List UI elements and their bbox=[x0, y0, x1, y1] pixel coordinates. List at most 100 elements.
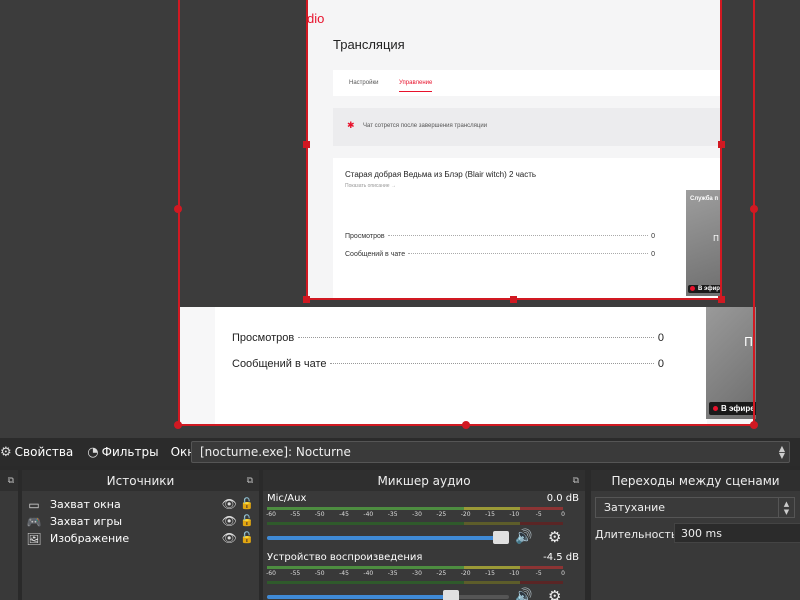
volume-slider-knob[interactable] bbox=[493, 531, 509, 544]
dock-area: ⧉ Источники ⧉ ▭ Захват окна 👁 🔓 🎮 Захват… bbox=[0, 466, 800, 600]
volume-slider[interactable] bbox=[267, 590, 509, 600]
mixer-channel-desktop: Устройство воспроизведения -4.5 dB -60 -5… bbox=[263, 550, 585, 600]
duration-value: 300 ms bbox=[681, 526, 722, 540]
volume-slider[interactable] bbox=[267, 531, 509, 544]
sources-list: ▭ Захват окна 👁 🔓 🎮 Захват игры 👁 🔓 🖼 Из… bbox=[22, 491, 259, 600]
logo-fragment: dio bbox=[307, 11, 325, 26]
scenes-dock-partial: ⧉ bbox=[0, 470, 18, 600]
stat-label: Просмотров bbox=[232, 332, 295, 344]
meter-tick-label: -45 bbox=[339, 570, 349, 577]
meter-tick-label: -40 bbox=[363, 511, 374, 518]
resize-handle-bottom[interactable] bbox=[462, 421, 470, 429]
gear-icon[interactable]: ⚙ bbox=[548, 528, 561, 546]
source-label: Захват игры bbox=[50, 515, 123, 528]
meter-tick-label: -55 bbox=[290, 570, 301, 577]
video-title: Старая добрая Ведьма из Блэр (Blair witc… bbox=[345, 170, 537, 179]
volume-slider-fill bbox=[267, 595, 451, 599]
eye-icon[interactable]: 👁 bbox=[222, 497, 237, 511]
meter-tick-label: -35 bbox=[387, 570, 398, 577]
outer-video-thumbnail: П В эфире bbox=[706, 307, 756, 419]
stat-row-messages: Сообщений в чате 0 bbox=[345, 251, 655, 258]
meter-tick-label: -50 bbox=[314, 511, 325, 518]
preview-canvas[interactable]: Просмотров 0 Сообщений в чате 0 П В эфир… bbox=[0, 0, 800, 437]
source-item-window-capture[interactable]: ▭ Захват окна 👁 🔓 bbox=[22, 496, 259, 513]
obs-window: Просмотров 0 Сообщений в чате 0 П В эфир… bbox=[0, 0, 800, 600]
speaker-icon[interactable]: 🔊 bbox=[515, 588, 532, 600]
meter-ticks: -60 -55 -50 -45 -40 -35 -30 -25 -20 -15 -10 -5 0 bbox=[266, 570, 567, 580]
tabs-bar: Настройки Управление bbox=[333, 70, 721, 96]
meter-ticks: -60 -55 -50 -45 -40 -35 -30 -25 -20 -15 -10 -5 0 bbox=[266, 511, 567, 521]
inner-handle-left[interactable] bbox=[303, 141, 310, 148]
speaker-icon[interactable]: 🔊 bbox=[515, 529, 532, 545]
inner-handle-bottom-right[interactable] bbox=[718, 296, 725, 303]
gear-icon[interactable]: ⚙ bbox=[548, 587, 561, 600]
mixer-title: Микшер аудио bbox=[377, 473, 471, 488]
eye-icon[interactable]: 👁 bbox=[222, 514, 237, 528]
page-title: Трансляция bbox=[333, 37, 405, 52]
filter-icon: ◔ bbox=[87, 444, 99, 460]
dot-leader bbox=[330, 363, 654, 364]
stat-label: Сообщений в чате bbox=[232, 358, 327, 370]
stat-label: Просмотров bbox=[345, 233, 385, 240]
sources-dock: Источники ⧉ ▭ Захват окна 👁 🔓 🎮 Захват и… bbox=[22, 470, 259, 600]
stat-value: 0 bbox=[651, 233, 655, 240]
meter-tick-label: 0 bbox=[561, 570, 565, 577]
float-dock-icon[interactable]: ⧉ bbox=[247, 476, 253, 486]
source-item-game-capture[interactable]: 🎮 Захват игры 👁 🔓 bbox=[22, 513, 259, 530]
sources-title: Источники bbox=[106, 473, 175, 488]
outer-stat-row-views: Просмотров 0 bbox=[232, 332, 664, 344]
resize-handle-right[interactable] bbox=[750, 205, 758, 213]
live-dot-icon bbox=[690, 285, 695, 291]
updown-arrows-icon: ▲ ▼ bbox=[778, 497, 794, 518]
window-select[interactable]: [nocturne.exe]: Nocturne ▲ ▼ bbox=[191, 441, 790, 463]
scenes-dock-header: ⧉ bbox=[0, 470, 18, 491]
live-badge-label: В эфире bbox=[721, 404, 755, 413]
inner-handle-right[interactable] bbox=[718, 141, 725, 148]
video-card: Старая добрая Ведьма из Блэр (Blair witc… bbox=[333, 158, 721, 300]
tab-settings: Настройки bbox=[349, 80, 379, 86]
float-dock-icon[interactable]: ⧉ bbox=[573, 476, 579, 486]
live-badge: В эфир bbox=[688, 284, 722, 293]
channel-db: 0.0 dB bbox=[546, 493, 579, 504]
transition-select[interactable]: Затухание ▲ ▼ bbox=[595, 497, 795, 518]
lock-icon[interactable]: 🔓 bbox=[240, 497, 254, 510]
volume-slider-fill bbox=[267, 536, 501, 540]
resize-handle-bottom-right[interactable] bbox=[750, 421, 758, 429]
lock-icon[interactable]: 🔓 bbox=[240, 531, 254, 544]
meter-tick-label: -55 bbox=[290, 511, 301, 518]
filters-button[interactable]: ◔ Фильтры bbox=[87, 445, 164, 460]
source-context-bar: ⚙ Свойства ◔ Фильтры Окно [nocturne.exe]… bbox=[0, 438, 800, 466]
stat-label: Сообщений в чате bbox=[345, 251, 406, 258]
source-item-image[interactable]: 🖼 Изображение 👁 🔓 bbox=[22, 530, 259, 547]
resize-handle-bottom-left[interactable] bbox=[174, 421, 182, 429]
channel-db: -4.5 dB bbox=[543, 552, 579, 563]
float-dock-icon[interactable]: ⧉ bbox=[8, 476, 14, 486]
duration-input[interactable]: 300 ms bbox=[674, 523, 800, 543]
audio-mixer-dock: Микшер аудио ⧉ Mic/Aux 0.0 dB -60 -55 -50-… bbox=[263, 470, 585, 600]
scenes-dock-body bbox=[0, 491, 18, 600]
window-icon: ▭ bbox=[28, 497, 40, 512]
lock-icon[interactable]: 🔓 bbox=[240, 514, 254, 527]
thumbnail-service: Служба п bbox=[690, 196, 719, 202]
meter-tick-label: -15 bbox=[485, 511, 495, 518]
show-description-link: Показать описание → bbox=[345, 183, 396, 189]
meter-tick-label: -40 bbox=[363, 570, 374, 577]
level-meter-right bbox=[267, 581, 563, 584]
stat-value: 0 bbox=[657, 358, 664, 370]
level-meter bbox=[267, 507, 563, 510]
inner-handle-bottom-left[interactable] bbox=[303, 296, 310, 303]
meter-tick-label: -25 bbox=[436, 511, 447, 518]
inner-video-thumbnail: Служба п П В эфир bbox=[686, 190, 722, 296]
stat-value: 0 bbox=[657, 332, 664, 344]
resize-handle-left[interactable] bbox=[174, 205, 182, 213]
properties-button[interactable]: ⚙ Свойства bbox=[0, 445, 79, 460]
meter-tick-label: 0 bbox=[561, 511, 565, 518]
meter-tick-label: -60 bbox=[266, 570, 276, 577]
transition-select-value: Затухание bbox=[604, 501, 666, 514]
tab-management: Управление bbox=[399, 80, 433, 92]
volume-slider-knob[interactable] bbox=[443, 590, 459, 600]
bug-icon: ✱ bbox=[347, 121, 355, 131]
inner-handle-bottom[interactable] bbox=[510, 296, 517, 303]
eye-icon[interactable]: 👁 bbox=[222, 531, 237, 545]
chat-notice: ✱ Чат сотрется после завершения трансляц… bbox=[333, 108, 721, 146]
